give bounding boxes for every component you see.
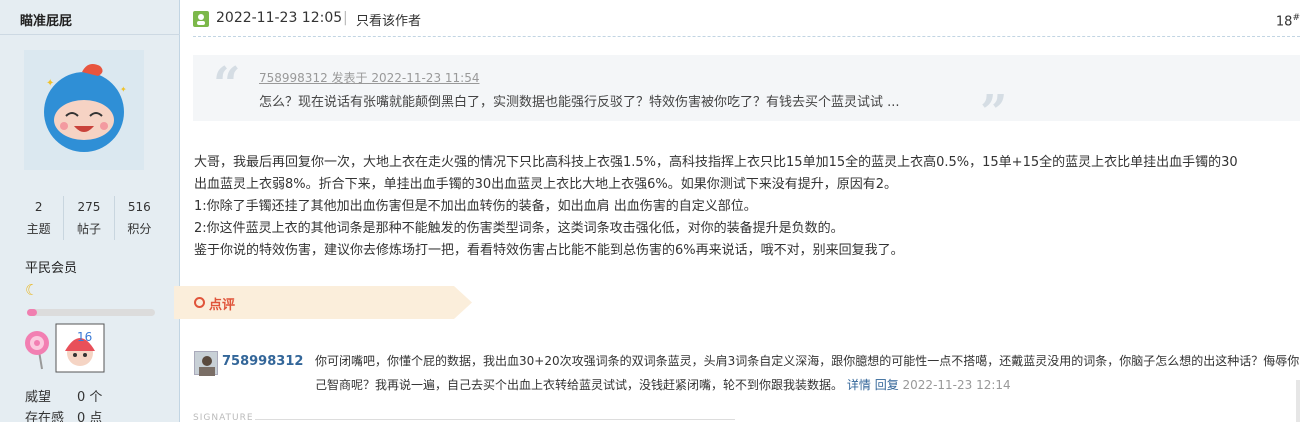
stat-points[interactable]: 516 积分 (115, 196, 164, 240)
username[interactable]: 瞄准屁屁 (20, 10, 72, 29)
post-content: 大哥，我最后再回复你一次，大地上衣在走火强的情况下只比高科技上衣强1.5%，高科… (194, 152, 1300, 262)
only-author-link[interactable]: 只看该作者 (356, 10, 421, 29)
stat-topics[interactable]: 2 主题 (14, 196, 65, 240)
quote-block: “ 758998312 发表于 2022-11-23 11:54 怎么？现在说话… (193, 55, 1300, 141)
user-presence: 存在感 0 点 (25, 407, 102, 422)
comment-avatar[interactable] (194, 351, 218, 376)
svg-text:✦: ✦ (46, 78, 54, 89)
stat-posts[interactable]: 275 帖子 (64, 196, 115, 240)
extra-value: 0 点 (77, 411, 103, 422)
post-header: 2022-11-23 12:05 | 只看该作者 18# (193, 0, 1300, 37)
avatar[interactable]: ✦ ✦ (24, 50, 144, 170)
scrollbar[interactable] (1296, 380, 1300, 422)
comment-username[interactable]: 758998312 (222, 354, 303, 369)
comments-header: 点评 (174, 286, 472, 319)
floor-number[interactable]: 18# (1276, 13, 1300, 29)
moon-icon: ☾ (25, 281, 39, 299)
content-line: 出血蓝灵上衣弱8%。折合下来，单挂出血手镯的30出血蓝灵上衣比大地上衣强6%。如… (194, 177, 898, 192)
close-quote-icon: ” (980, 85, 1008, 141)
comments-label: 点评 (209, 298, 236, 313)
stat-value: 516 (127, 200, 151, 214)
signature-divider (255, 419, 735, 420)
extra-label: 威望 (25, 390, 52, 405)
quote-text: 怎么？现在说话有张嘴就能颠倒黑白了，实测数据也能强行反驳了？特效伤害被你吃了？有… (259, 95, 900, 110)
stat-label: 积分 (127, 222, 152, 236)
stat-label: 帖子 (76, 222, 101, 236)
level-progress-fill (27, 309, 38, 316)
user-online-icon (193, 11, 209, 27)
stat-label: 主题 (26, 222, 51, 236)
comment-reply-link[interactable]: 回复 (875, 378, 899, 392)
header-separator: | (343, 10, 348, 26)
comment-detail-link[interactable]: 详情 (847, 378, 871, 392)
content-line: 1:你除了手镯还挂了其他加出血伤害但是不加出血转伤的装备，如出血肩 出血伤害的自… (194, 199, 757, 214)
content-line: 2:你这件蓝灵上衣的其他词条是那种不能触发的伤害类型词条，这类词条攻击强化低，对… (194, 221, 844, 236)
svg-text:16: 16 (77, 330, 92, 344)
content-line: 大哥，我最后再回复你一次，大地上衣在走火强的情况下只比高科技上衣强1.5%，高科… (194, 155, 1238, 170)
user-stats: 2 主题 275 帖子 516 积分 (14, 196, 164, 240)
extra-value: 0 个 (77, 390, 103, 405)
comment-time: 2022-11-23 12:14 (902, 378, 1011, 392)
signature-label: SIGNATURE (193, 413, 254, 422)
avatar-image: ✦ ✦ (44, 64, 127, 152)
extra-label: 存在感 (25, 411, 65, 422)
divider (0, 34, 180, 35)
stat-value: 275 (77, 200, 101, 214)
post-time: 2022-11-23 12:05 (216, 10, 343, 26)
floor-hash: # (1292, 13, 1300, 23)
quote-author-link[interactable]: 758998312 发表于 2022-11-23 11:54 (259, 69, 479, 86)
level-progress-bar (27, 309, 155, 316)
medal-character-icon[interactable]: 16 (55, 323, 105, 373)
svg-text:✦: ✦ (120, 85, 127, 94)
user-prestige: 威望 0 个 (25, 386, 102, 405)
user-rank[interactable]: 平民会员 (25, 257, 77, 276)
open-quote-icon: “ (213, 57, 241, 113)
comment-text-line: 己智商呢？我再说一遍，自己去买个出血上衣转给蓝灵试试，没钱赶紧闭嘴，轮不到你跟我… (315, 376, 1011, 393)
stat-value: 2 (34, 200, 43, 214)
comment-text-line: 你可闭嘴吧，你懂个屁的数据，我出血30+20次攻强词条的双词条蓝灵，头肩3词条自… (315, 354, 1300, 368)
floor-value: 18 (1275, 14, 1293, 30)
user-sidebar: 瞄准屁屁 ✦ ✦ 2 主题 275 帖子 516 积分 平民会员 ☾ 16 威望… (0, 0, 180, 422)
comment-circle-icon (194, 297, 205, 308)
content-line: 鉴于你说的特效伤害，建议你去修炼场打一把，看看特效伤害占比能不能到总伤害的6%再… (194, 243, 904, 258)
comment-text: 己智商呢？我再说一遍，自己去买个出血上衣转给蓝灵试试，没钱赶紧闭嘴，轮不到你跟我… (315, 378, 844, 392)
